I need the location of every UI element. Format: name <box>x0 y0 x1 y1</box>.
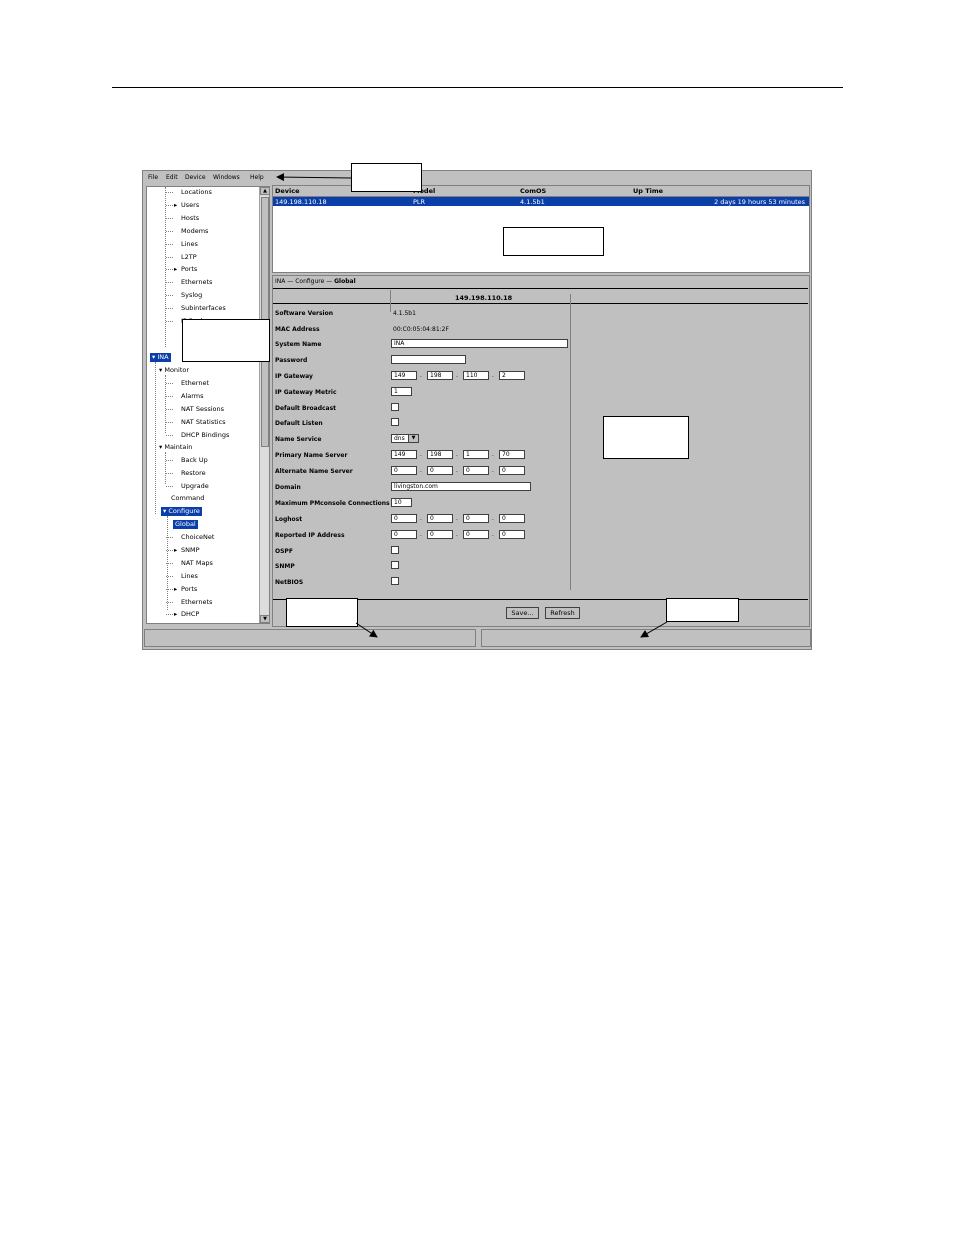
app-window: File Edit Device Windows Help ▾ INA ▾ Mo… <box>142 163 812 650</box>
callout-arrow <box>355 622 378 638</box>
header-rule <box>112 87 843 88</box>
callout-arrow <box>276 173 352 182</box>
callout-arrows <box>276 173 668 638</box>
callout-arrow <box>640 621 668 638</box>
